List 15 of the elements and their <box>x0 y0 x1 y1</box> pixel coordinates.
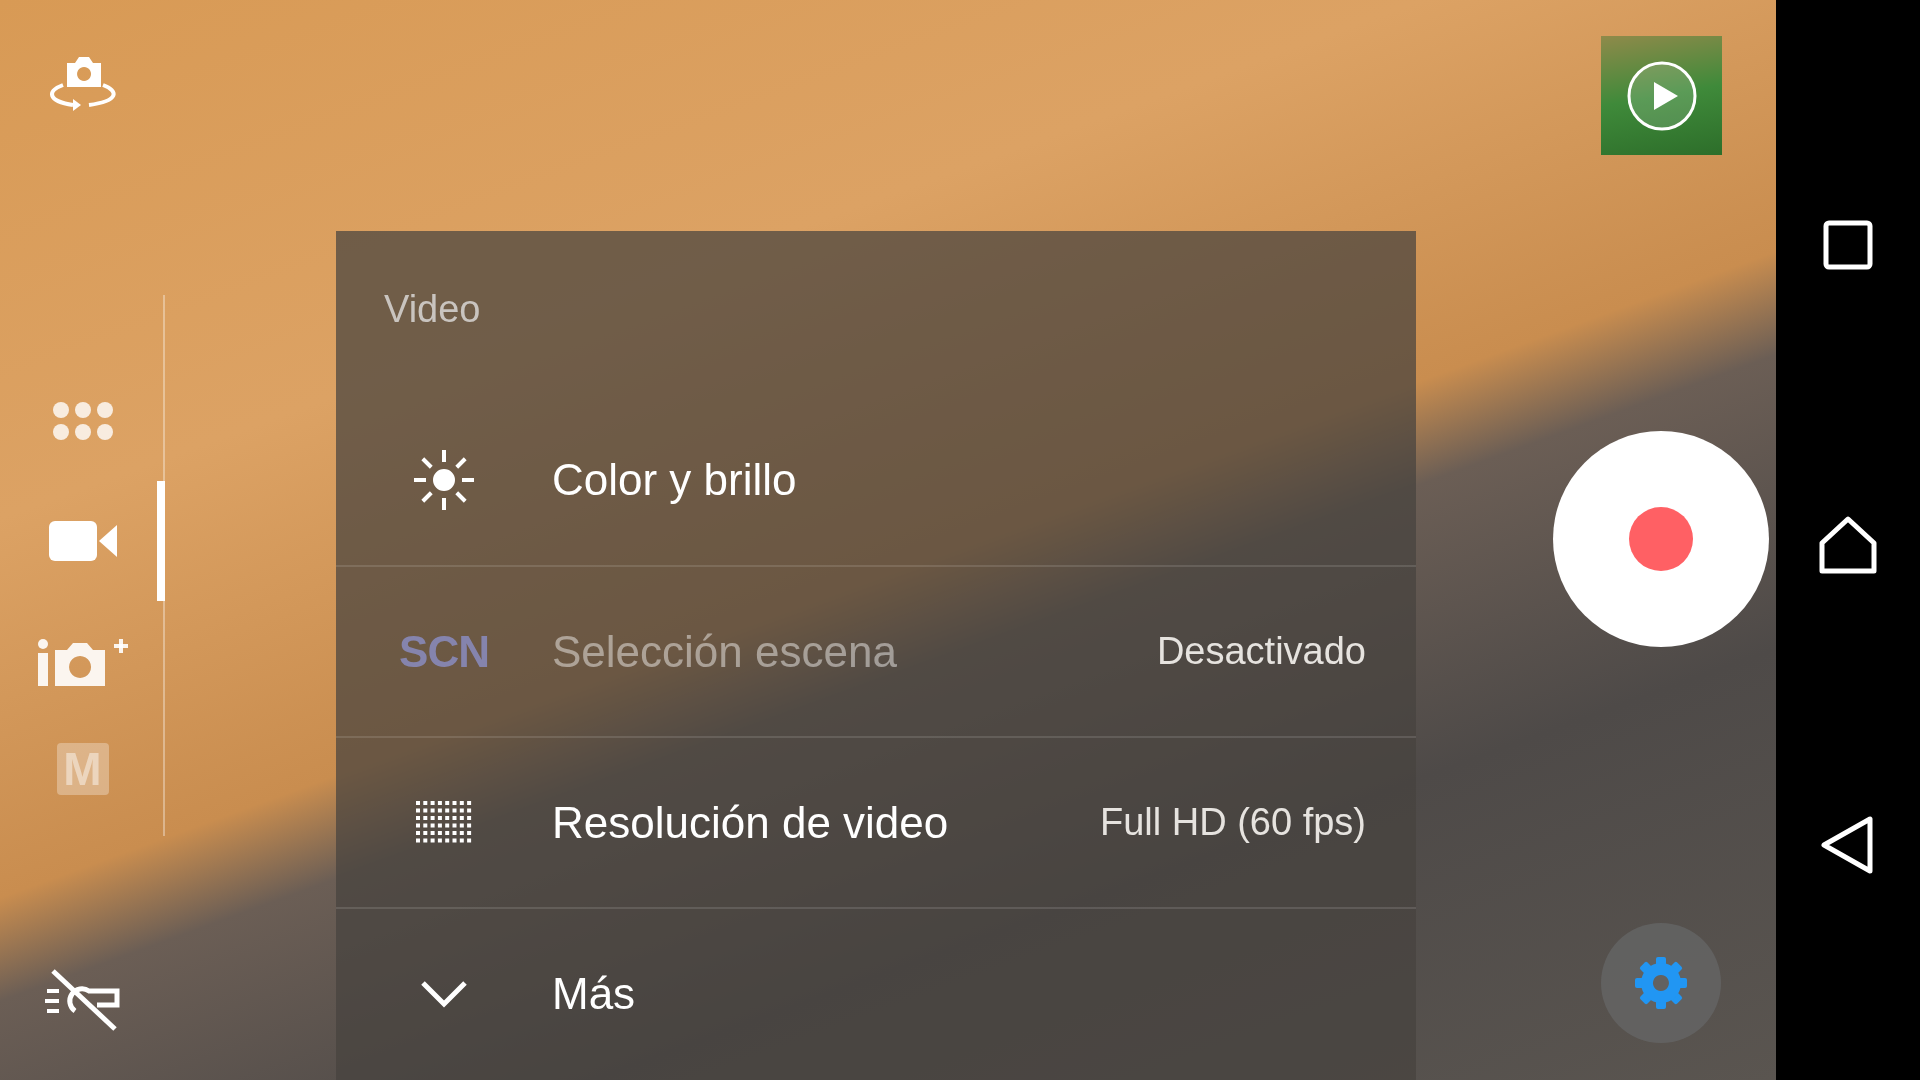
video-thumbnail[interactable] <box>1601 36 1722 155</box>
menu-item[interactable]: Más <box>336 907 1416 1078</box>
menu-item[interactable]: Color y brillo <box>336 394 1416 565</box>
play-icon <box>1625 59 1698 132</box>
menu-item[interactable]: Resolución de video Full HD (60 fps) <box>336 736 1416 907</box>
scene-label: SCN <box>399 626 489 677</box>
camera-plus-icon <box>36 636 129 686</box>
setting-value: Desactivado <box>1156 630 1366 673</box>
mode-grid-icon <box>51 401 114 441</box>
resolution-grid-icon <box>416 800 472 845</box>
setting-value: Full HD (60 fps) <box>1099 801 1366 844</box>
settings-icon <box>1633 955 1689 1011</box>
video-camera-icon <box>48 521 117 561</box>
chevron-down-icon <box>419 978 469 1009</box>
menu-title: Video <box>383 287 482 332</box>
